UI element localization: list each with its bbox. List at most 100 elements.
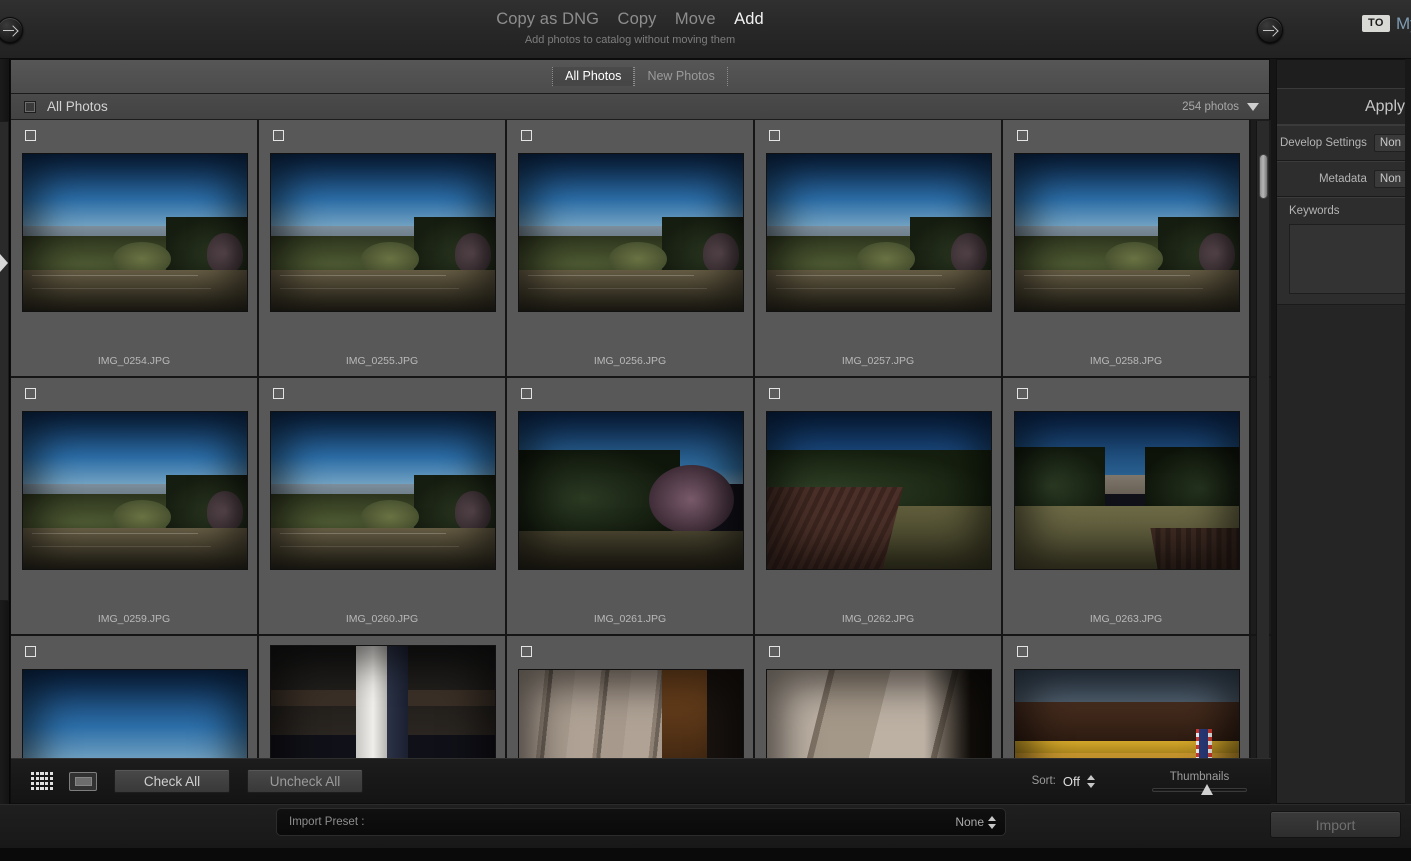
photo-count-group[interactable]: 254 photos	[1182, 101, 1259, 113]
destination-label[interactable]: My	[1396, 14, 1411, 34]
photo-thumbnail[interactable]	[518, 411, 744, 570]
thumbnails-label: Thumbnails	[1169, 770, 1230, 783]
panel-title: Apply	[1277, 89, 1411, 125]
grid-row: IMG_0259.JPG IMG_0260.JPG IMG_0261.JPG I…	[11, 378, 1271, 636]
photo-cell[interactable]	[259, 636, 507, 773]
photo-filename: IMG_0262.JPG	[841, 613, 915, 625]
photo-checkbox[interactable]	[25, 130, 36, 141]
develop-settings-label: Develop Settings	[1279, 136, 1367, 149]
right-panel-top-spacer	[1277, 60, 1411, 89]
left-panel-expand-arrow-icon[interactable]	[0, 254, 8, 272]
grid-toolbar: Check All Uncheck All Sort: Off Thumbnai…	[11, 758, 1271, 803]
photo-cell[interactable]: IMG_0255.JPG	[259, 120, 507, 376]
stepper-updown-icon[interactable]	[988, 815, 997, 830]
photo-cell[interactable]: IMG_0263.JPG	[1003, 378, 1251, 634]
sort-control[interactable]: Sort: Off	[1032, 774, 1096, 789]
photo-cell[interactable]: IMG_0257.JPG	[755, 120, 1003, 376]
photo-checkbox[interactable]	[1017, 130, 1028, 141]
metadata-row[interactable]: Metadata Non	[1277, 161, 1411, 197]
photo-checkbox[interactable]	[1017, 646, 1028, 657]
photo-thumbnail[interactable]	[270, 645, 496, 773]
photo-thumbnail[interactable]	[270, 153, 496, 312]
photo-cell[interactable]: IMG_0256.JPG	[507, 120, 755, 376]
photo-checkbox[interactable]	[273, 130, 284, 141]
import-mode-tabs: Copy as DNG Copy Move Add	[0, 10, 1260, 29]
keywords-label: Keywords	[1289, 205, 1340, 217]
photo-checkbox[interactable]	[25, 646, 36, 657]
metadata-value[interactable]: Non	[1373, 169, 1407, 188]
import-button[interactable]: Import	[1270, 811, 1401, 838]
grid-scrollbar[interactable]	[1256, 121, 1269, 773]
import-preset-label: Import Preset :	[289, 816, 365, 828]
mode-description: Add photos to catalog without moving the…	[524, 34, 736, 46]
import-preset-value: None	[955, 815, 984, 829]
photo-cell[interactable]: IMG_0262.JPG	[755, 378, 1003, 634]
triangle-down-icon[interactable]	[1247, 102, 1259, 111]
photo-thumbnail[interactable]	[22, 411, 248, 570]
photo-checkbox[interactable]	[769, 388, 780, 399]
develop-settings-row[interactable]: Develop Settings Non	[1277, 125, 1411, 161]
photo-thumbnail[interactable]	[1014, 411, 1240, 570]
loupe-view-icon[interactable]	[69, 771, 97, 791]
develop-settings-value[interactable]: Non	[1373, 133, 1407, 152]
destination-arrow-button[interactable]	[1257, 17, 1283, 43]
photo-filename: IMG_0256.JPG	[593, 355, 667, 367]
photo-filename: IMG_0255.JPG	[345, 355, 419, 367]
photo-thumbnail[interactable]	[766, 411, 992, 570]
photo-cell[interactable]: IMG_0259.JPG	[11, 378, 259, 634]
source-title: All Photos	[47, 99, 108, 114]
photo-filename: IMG_0261.JPG	[593, 613, 667, 625]
mode-move[interactable]: Move	[675, 10, 716, 29]
import-preset-control[interactable]: Import Preset : None	[276, 808, 1006, 836]
import-preset-value-group[interactable]: None	[955, 815, 997, 830]
grid-scrollbar-thumb[interactable]	[1259, 154, 1268, 199]
photo-checkbox[interactable]	[521, 130, 532, 141]
thumbnails-slider[interactable]	[1152, 783, 1247, 795]
grid-view-icon[interactable]	[31, 772, 53, 790]
thumbnail-size-control[interactable]: Thumbnails	[1152, 770, 1247, 795]
photo-checkbox[interactable]	[769, 130, 780, 141]
photo-cell[interactable]: IMG_0258.JPG	[1003, 120, 1251, 376]
photo-cell[interactable]	[507, 636, 755, 773]
mode-copy[interactable]: Copy	[618, 10, 657, 29]
import-dialog: Copy as DNG Copy Move Add Add photos to …	[0, 0, 1411, 861]
photo-cell[interactable]	[1003, 636, 1251, 773]
sort-value[interactable]: Off	[1063, 774, 1080, 789]
photo-checkbox[interactable]	[521, 646, 532, 657]
tab-new-photos[interactable]: New Photos	[634, 67, 728, 86]
photo-checkbox[interactable]	[273, 388, 284, 399]
photo-cell[interactable]: IMG_0261.JPG	[507, 378, 755, 634]
thumbnail-grid[interactable]: IMG_0254.JPG IMG_0255.JPG IMG_0256.JPG I…	[11, 120, 1271, 773]
source-header-bar: All Photos 254 photos	[11, 94, 1269, 120]
bottom-strip	[0, 848, 1411, 861]
photo-checkbox[interactable]	[1017, 388, 1028, 399]
photo-cell[interactable]	[11, 636, 259, 773]
photo-thumbnail[interactable]	[1014, 153, 1240, 312]
photo-count: 254 photos	[1182, 100, 1239, 113]
left-panel-peek	[0, 121, 9, 601]
check-all-button[interactable]: Check All	[114, 769, 230, 793]
metadata-label: Metadata	[1318, 172, 1367, 185]
import-bottom-bar: Import Preset : None Import	[0, 804, 1411, 861]
photo-cell[interactable]: IMG_0260.JPG	[259, 378, 507, 634]
stepper-updown-icon[interactable]	[1087, 774, 1096, 789]
photo-thumbnail[interactable]	[518, 153, 744, 312]
photo-thumbnail[interactable]	[766, 153, 992, 312]
sort-label: Sort:	[1031, 775, 1056, 787]
photo-filename: IMG_0254.JPG	[97, 355, 171, 367]
mode-add[interactable]: Add	[734, 10, 764, 29]
uncheck-all-button[interactable]: Uncheck All	[247, 769, 363, 793]
photo-cell[interactable]: IMG_0254.JPG	[11, 120, 259, 376]
photo-thumbnail[interactable]	[22, 153, 248, 312]
photo-checkbox[interactable]	[769, 646, 780, 657]
select-all-checkbox[interactable]	[24, 100, 36, 113]
photo-cell[interactable]	[755, 636, 1003, 773]
grid-area: All Photos New Photos All Photos 254 pho…	[10, 59, 1271, 804]
tab-all-photos[interactable]: All Photos	[552, 67, 635, 86]
photo-checkbox[interactable]	[25, 388, 36, 399]
keywords-input[interactable]	[1289, 224, 1411, 294]
photo-checkbox[interactable]	[521, 388, 532, 399]
photo-thumbnail[interactable]	[270, 411, 496, 570]
thumbnails-slider-knob[interactable]	[1200, 783, 1213, 795]
mode-copy-as-dng[interactable]: Copy as DNG	[496, 10, 599, 29]
